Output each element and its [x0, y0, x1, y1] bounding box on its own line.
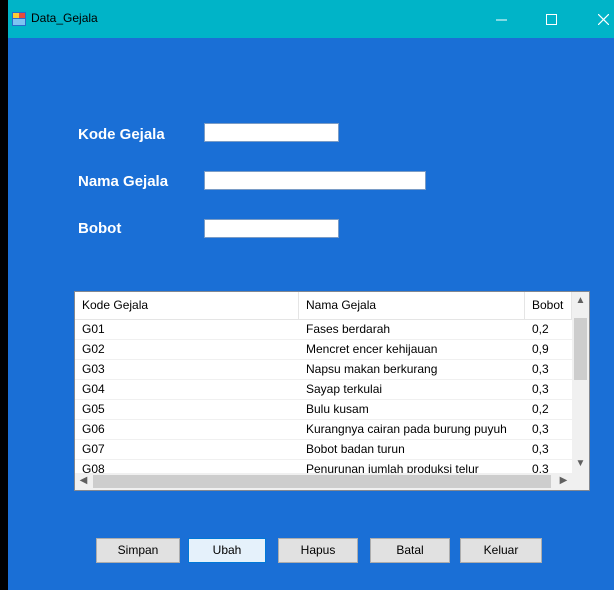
hapus-button[interactable]: Hapus [278, 538, 358, 563]
data-grid[interactable]: Kode Gejala Nama Gejala Bobot G01 Fases … [74, 291, 590, 491]
scroll-left-icon[interactable]: ◀ [75, 475, 92, 486]
minimize-icon [495, 19, 507, 20]
table-row[interactable]: G02 Mencret encer kehijauan 0,9 [75, 340, 572, 360]
nama-gejala-label: Nama Gejala [78, 173, 169, 190]
cell-nama[interactable]: Mencret encer kehijauan [299, 340, 525, 359]
cell-bobot[interactable]: 0,2 [525, 320, 572, 339]
ubah-button[interactable]: Ubah [188, 538, 266, 563]
vertical-scroll-thumb[interactable] [574, 318, 587, 380]
cell-nama[interactable]: Napsu makan berkurang [299, 360, 525, 379]
batal-button[interactable]: Batal [370, 538, 450, 563]
cell-nama[interactable]: Fases berdarah [299, 320, 525, 339]
cell-kode[interactable]: G04 [75, 380, 299, 399]
column-header-kode[interactable]: Kode Gejala [75, 292, 299, 319]
table-row[interactable]: G03 Napsu makan berkurang 0,3 [75, 360, 572, 380]
cell-nama[interactable]: Bulu kusam [299, 400, 525, 419]
bobot-input[interactable] [204, 219, 339, 238]
maximize-icon [545, 13, 557, 25]
cell-bobot[interactable]: 0,3 [525, 440, 572, 459]
bobot-label: Bobot [78, 220, 122, 237]
table-row[interactable]: G05 Bulu kusam 0,2 [75, 400, 572, 420]
horizontal-scrollbar[interactable]: ◀ ▶ [75, 473, 572, 490]
scroll-down-icon[interactable]: ▼ [572, 458, 589, 469]
cell-kode[interactable]: G05 [75, 400, 299, 419]
table-row[interactable]: G04 Sayap terkulai 0,3 [75, 380, 572, 400]
grid-rows: G01 Fases berdarah 0,2 G02 Mencret encer… [75, 320, 572, 480]
scroll-right-icon[interactable]: ▶ [555, 475, 572, 486]
title-bar[interactable]: Data_Gejala [8, 0, 614, 38]
minimize-button[interactable] [478, 0, 524, 38]
column-header-nama[interactable]: Nama Gejala [299, 292, 525, 319]
kode-gejala-input[interactable] [204, 123, 339, 142]
cell-bobot[interactable]: 0,2 [525, 400, 572, 419]
cell-kode[interactable]: G07 [75, 440, 299, 459]
cell-nama[interactable]: Sayap terkulai [299, 380, 525, 399]
cell-bobot[interactable]: 0,3 [525, 420, 572, 439]
cell-kode[interactable]: G02 [75, 340, 299, 359]
simpan-button[interactable]: Simpan [96, 538, 180, 563]
cell-bobot[interactable]: 0,3 [525, 380, 572, 399]
window-title: Data_Gejala [31, 11, 98, 25]
column-header-bobot[interactable]: Bobot [525, 292, 572, 319]
cell-bobot[interactable]: 0,3 [525, 360, 572, 379]
table-row[interactable]: G06 Kurangnya cairan pada burung puyuh 0… [75, 420, 572, 440]
keluar-button[interactable]: Keluar [460, 538, 542, 563]
maximize-button[interactable] [528, 0, 574, 38]
grid-header: Kode Gejala Nama Gejala Bobot [75, 292, 572, 320]
cell-kode[interactable]: G01 [75, 320, 299, 339]
cell-kode[interactable]: G06 [75, 420, 299, 439]
form-window: Data_Gejala Kode Gejala Nama Gejala Bobo… [8, 0, 614, 590]
cell-bobot[interactable]: 0,9 [525, 340, 572, 359]
cell-nama[interactable]: Kurangnya cairan pada burung puyuh [299, 420, 525, 439]
table-row[interactable]: G07 Bobot badan turun 0,3 [75, 440, 572, 460]
horizontal-scroll-thumb[interactable] [93, 475, 551, 488]
table-row[interactable]: G01 Fases berdarah 0,2 [75, 320, 572, 340]
cell-kode[interactable]: G03 [75, 360, 299, 379]
cell-nama[interactable]: Bobot badan turun [299, 440, 525, 459]
scroll-up-icon[interactable]: ▲ [572, 295, 589, 306]
kode-gejala-label: Kode Gejala [78, 126, 165, 143]
nama-gejala-input[interactable] [204, 171, 426, 190]
close-button[interactable] [580, 0, 614, 38]
app-icon [12, 12, 26, 26]
scrollbar-corner [572, 473, 589, 490]
vertical-scrollbar[interactable]: ▲ ▼ [572, 292, 589, 473]
close-icon [597, 13, 609, 25]
